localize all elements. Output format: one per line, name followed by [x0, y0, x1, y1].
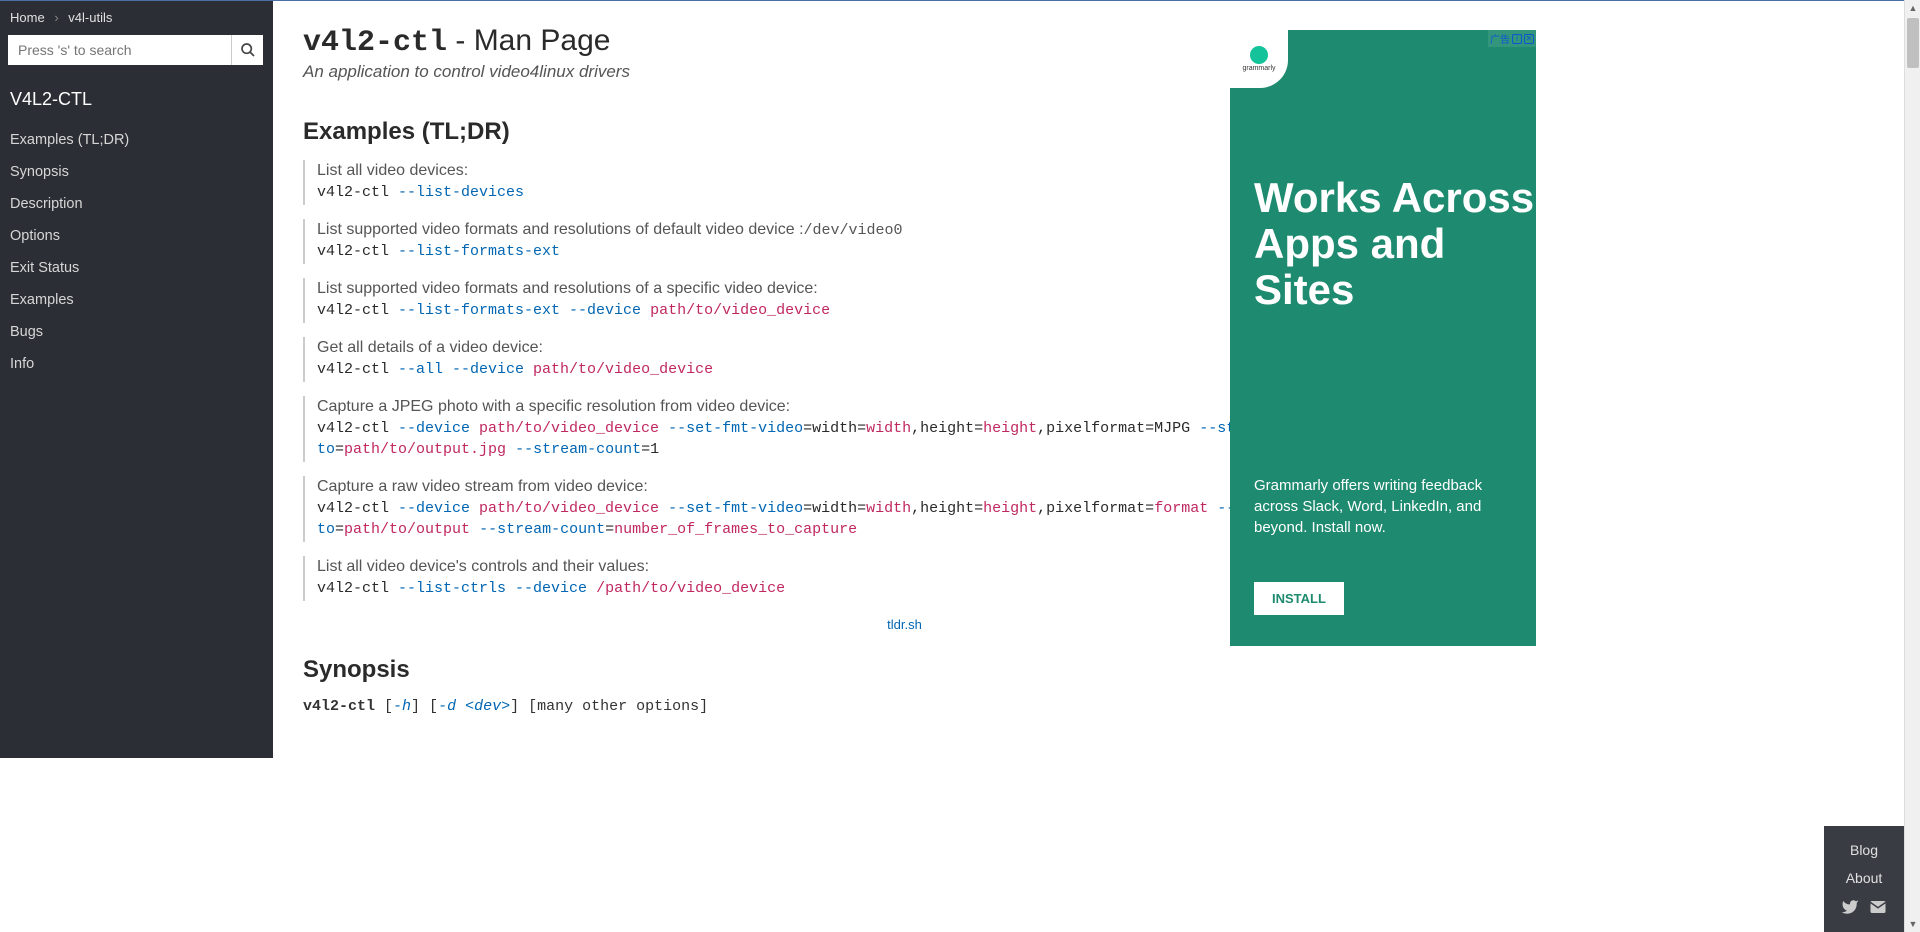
nav-item[interactable]: Description [0, 188, 273, 220]
breadcrumb-sep: › [54, 10, 58, 25]
search-icon [240, 42, 256, 58]
nav-item[interactable]: Examples (TL;DR) [0, 124, 273, 156]
synopsis-line: v4l2-ctl [-h] [-d <dev>] [many other opt… [303, 698, 1506, 715]
inline-code: /dev/video0 [804, 222, 903, 239]
ad-copy: Grammarly offers writing feedback across… [1254, 475, 1516, 538]
nav-item[interactable]: Options [0, 220, 273, 252]
search-input[interactable] [8, 35, 231, 65]
ad-close-icon[interactable]: ✕ [1524, 34, 1534, 44]
nav-item[interactable]: Examples [0, 284, 273, 316]
ad-badge-text: 广告 [1490, 31, 1510, 46]
nav-item[interactable]: Info [0, 348, 273, 380]
ad-logo-text: grammarly [1242, 65, 1275, 72]
ad-badge[interactable]: 广告 i ✕ [1488, 30, 1536, 47]
search-button[interactable] [231, 35, 263, 65]
email-icon[interactable] [1869, 898, 1887, 916]
nav-item[interactable]: Synopsis [0, 156, 273, 188]
footer-about-link[interactable]: About [1824, 864, 1904, 892]
footer-blog-link[interactable]: Blog [1824, 836, 1904, 864]
ad-heading: Works Across Apps and Sites [1254, 175, 1536, 314]
nav-list: Examples (TL;DR)SynopsisDescriptionOptio… [0, 118, 273, 386]
ad-info-icon[interactable]: i [1512, 34, 1522, 44]
scrollbar-thumb[interactable] [1907, 18, 1919, 68]
synopsis-heading: Synopsis [303, 656, 1506, 684]
breadcrumb-home[interactable]: Home [10, 10, 45, 25]
ad-install-button[interactable]: INSTALL [1254, 582, 1344, 615]
title-suffix: - Man Page [447, 24, 610, 57]
scrollbar[interactable]: ▲ ▼ [1904, 0, 1920, 932]
footer-panel: Blog About [1824, 826, 1904, 932]
page-container: Home › v4l-utils V4L2-CTL Examples (TL;D… [0, 0, 1536, 758]
footer-icons [1824, 892, 1904, 922]
scroll-up-icon[interactable]: ▲ [1905, 0, 1920, 16]
breadcrumb: Home › v4l-utils [0, 0, 273, 31]
scroll-down-icon[interactable]: ▼ [1905, 916, 1920, 932]
sidebar: Home › v4l-utils V4L2-CTL Examples (TL;D… [0, 0, 273, 758]
title-command: v4l2-ctl [303, 26, 447, 60]
nav-item[interactable]: Exit Status [0, 252, 273, 284]
twitter-icon[interactable] [1841, 898, 1859, 916]
search-bar [0, 31, 273, 73]
ad-logo-wrap: grammarly [1230, 30, 1288, 88]
grammarly-logo-icon [1250, 46, 1268, 64]
main-content: v4l2-ctl - Man Page An application to co… [273, 0, 1536, 758]
breadcrumb-current[interactable]: v4l-utils [68, 10, 112, 25]
ad-panel[interactable]: 广告 i ✕ grammarly Works Across Apps and S… [1230, 30, 1536, 646]
nav-item[interactable]: Bugs [0, 316, 273, 348]
nav-title: V4L2-CTL [0, 73, 273, 118]
